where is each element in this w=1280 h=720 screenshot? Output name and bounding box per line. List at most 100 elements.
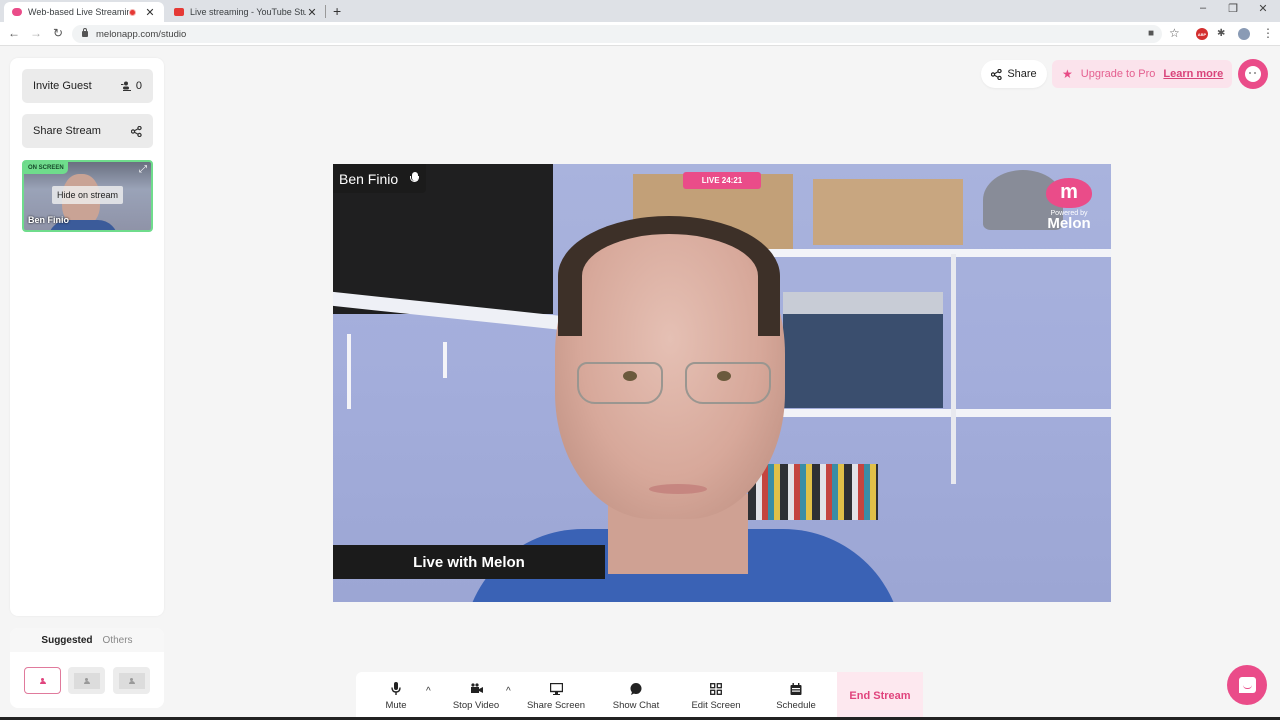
close-window-button[interactable]: ✕ <box>1248 2 1278 15</box>
share-stream-button[interactable]: Share Stream <box>22 114 153 148</box>
speaker-name: Ben Finio <box>339 170 399 187</box>
share-label: Share <box>1007 68 1037 80</box>
share-button[interactable]: Share <box>981 60 1047 88</box>
tab-title: Web-based Live Streaming S <box>28 7 129 17</box>
melon-favicon-icon <box>12 8 22 16</box>
browser-menu-icon[interactable]: ⋮ <box>1262 26 1274 40</box>
video-scene <box>951 254 956 484</box>
tab-title: Live streaming - YouTube Studio <box>190 7 306 17</box>
chat-icon <box>1238 677 1256 693</box>
restore-button[interactable]: ❐ <box>1218 2 1248 15</box>
address-bar-row: ← → ↻ melonapp.com/studio ■ ☆ ✱ ⋮ <box>0 22 1280 46</box>
camera-indicator-icon[interactable]: ■ <box>1148 28 1154 39</box>
adblock-icon[interactable]: ABP <box>1196 28 1208 40</box>
learn-more-link[interactable]: Learn more <box>1163 68 1223 80</box>
video-scene <box>753 249 1111 257</box>
invite-guest-button[interactable]: Invite Guest 0 <box>22 69 153 103</box>
video-scene <box>573 362 777 408</box>
browser-tab-melon[interactable]: Web-based Live Streaming S ✕ <box>4 2 164 22</box>
video-scene <box>748 464 878 520</box>
tab-suggested[interactable]: Suggested <box>41 635 92 646</box>
guests-icon <box>120 81 131 91</box>
stop-video-button[interactable]: Stop Video <box>448 672 504 720</box>
upgrade-label: Upgrade to Pro <box>1080 68 1156 80</box>
video-scene <box>773 409 1111 417</box>
mute-label: Mute <box>385 699 407 711</box>
invite-guest-label: Invite Guest <box>33 80 92 92</box>
mute-button[interactable]: Mute <box>378 672 414 720</box>
layout-solo-button[interactable] <box>24 667 61 694</box>
video-scene <box>443 342 447 378</box>
share-icon <box>991 68 1003 80</box>
hide-on-stream-button[interactable]: Hide on stream <box>52 186 124 204</box>
layout-boxed-alt-button[interactable] <box>113 667 150 694</box>
live-timer-badge: LIVE 24:21 <box>683 172 761 189</box>
user-avatar[interactable] <box>1238 59 1268 89</box>
back-button[interactable]: ← <box>6 26 22 40</box>
microphone-icon <box>391 682 401 696</box>
upgrade-banner: ★ Upgrade to Pro Learn more <box>1052 60 1232 88</box>
profile-avatar-icon[interactable] <box>1238 28 1250 40</box>
speaker-name-tag: Ben Finio <box>333 164 427 193</box>
url-bar[interactable]: melonapp.com/studio <box>72 25 1162 43</box>
stream-banner: Live with Melon <box>333 545 605 579</box>
lock-icon <box>82 28 88 37</box>
edit-screen-button[interactable]: Edit Screen <box>688 672 744 720</box>
stream-preview: Ben Finio LIVE 24:21 m Powered by Melon … <box>333 164 1111 602</box>
bookmark-star-icon[interactable]: ☆ <box>1169 26 1180 40</box>
extensions-puzzle-icon[interactable]: ✱ <box>1217 28 1225 39</box>
on-screen-badge: ON SCREEN <box>24 162 68 174</box>
melon-logo: m Powered by Melon <box>1039 178 1099 231</box>
new-tab-button[interactable]: + <box>333 3 341 19</box>
close-tab-icon[interactable]: ✕ <box>306 6 318 19</box>
close-tab-icon[interactable]: ✕ <box>144 6 156 19</box>
end-stream-button[interactable]: End Stream <box>837 672 923 720</box>
video-scene <box>783 292 943 314</box>
recording-indicator-icon <box>129 8 136 16</box>
browser-tab-bar: Web-based Live Streaming S ✕ Live stream… <box>0 0 1280 22</box>
browser-tab-youtube[interactable]: Live streaming - YouTube Studio ✕ <box>166 2 326 22</box>
forward-button[interactable]: → <box>28 26 44 40</box>
stop-video-label: Stop Video <box>452 699 500 711</box>
share-stream-label: Share Stream <box>33 125 101 137</box>
layout-boxed-button[interactable] <box>68 667 105 694</box>
participant-name: Ben Finio <box>28 215 69 225</box>
audio-options-chevron-up-icon[interactable]: ^ <box>426 686 431 697</box>
video-scene <box>558 216 780 336</box>
person-icon <box>128 677 135 684</box>
guest-count: 0 <box>135 80 142 92</box>
avatar-face-icon <box>1245 66 1261 82</box>
reload-button[interactable]: ↻ <box>50 26 66 40</box>
layout-tabs: Suggested Others <box>10 628 164 652</box>
show-chat-button[interactable]: Show Chat <box>608 672 664 720</box>
sidebar-panel: Invite Guest 0 Share Stream ON SCREEN ⤢ … <box>10 58 164 616</box>
tab-others[interactable]: Others <box>103 635 133 646</box>
video-camera-icon <box>470 682 483 696</box>
video-scene <box>783 314 943 408</box>
monitor-icon <box>549 682 563 696</box>
microphone-icon <box>410 171 420 186</box>
video-scene <box>813 179 963 245</box>
participant-thumbnail[interactable]: ON SCREEN ⤢ Hide on stream Ben Finio <box>22 160 153 232</box>
chat-bubble-icon <box>630 682 642 696</box>
brand-text: Melon <box>1047 215 1091 232</box>
share-icon <box>131 125 142 137</box>
expand-icon[interactable]: ⤢ <box>139 164 147 175</box>
share-screen-label: Share Screen <box>526 699 586 711</box>
person-icon <box>39 677 46 684</box>
share-screen-button[interactable]: Share Screen <box>526 672 586 720</box>
video-scene <box>347 334 351 409</box>
layout-panel: Suggested Others <box>10 628 164 708</box>
stream-toolbar: Mute ^ Stop Video ^ Share Screen Show Ch… <box>356 672 923 720</box>
melon-logo-icon: m <box>1046 178 1092 208</box>
youtube-favicon-icon <box>174 8 184 16</box>
minimize-button[interactable]: – <box>1188 2 1218 14</box>
support-chat-button[interactable] <box>1227 665 1267 705</box>
video-scene <box>649 484 707 494</box>
layout-grid-icon <box>710 682 722 696</box>
video-options-chevron-up-icon[interactable]: ^ <box>506 686 511 697</box>
edit-screen-label: Edit Screen <box>691 699 741 711</box>
calendar-icon <box>790 682 802 696</box>
person-icon <box>83 677 90 684</box>
schedule-button[interactable]: Schedule <box>770 672 822 720</box>
